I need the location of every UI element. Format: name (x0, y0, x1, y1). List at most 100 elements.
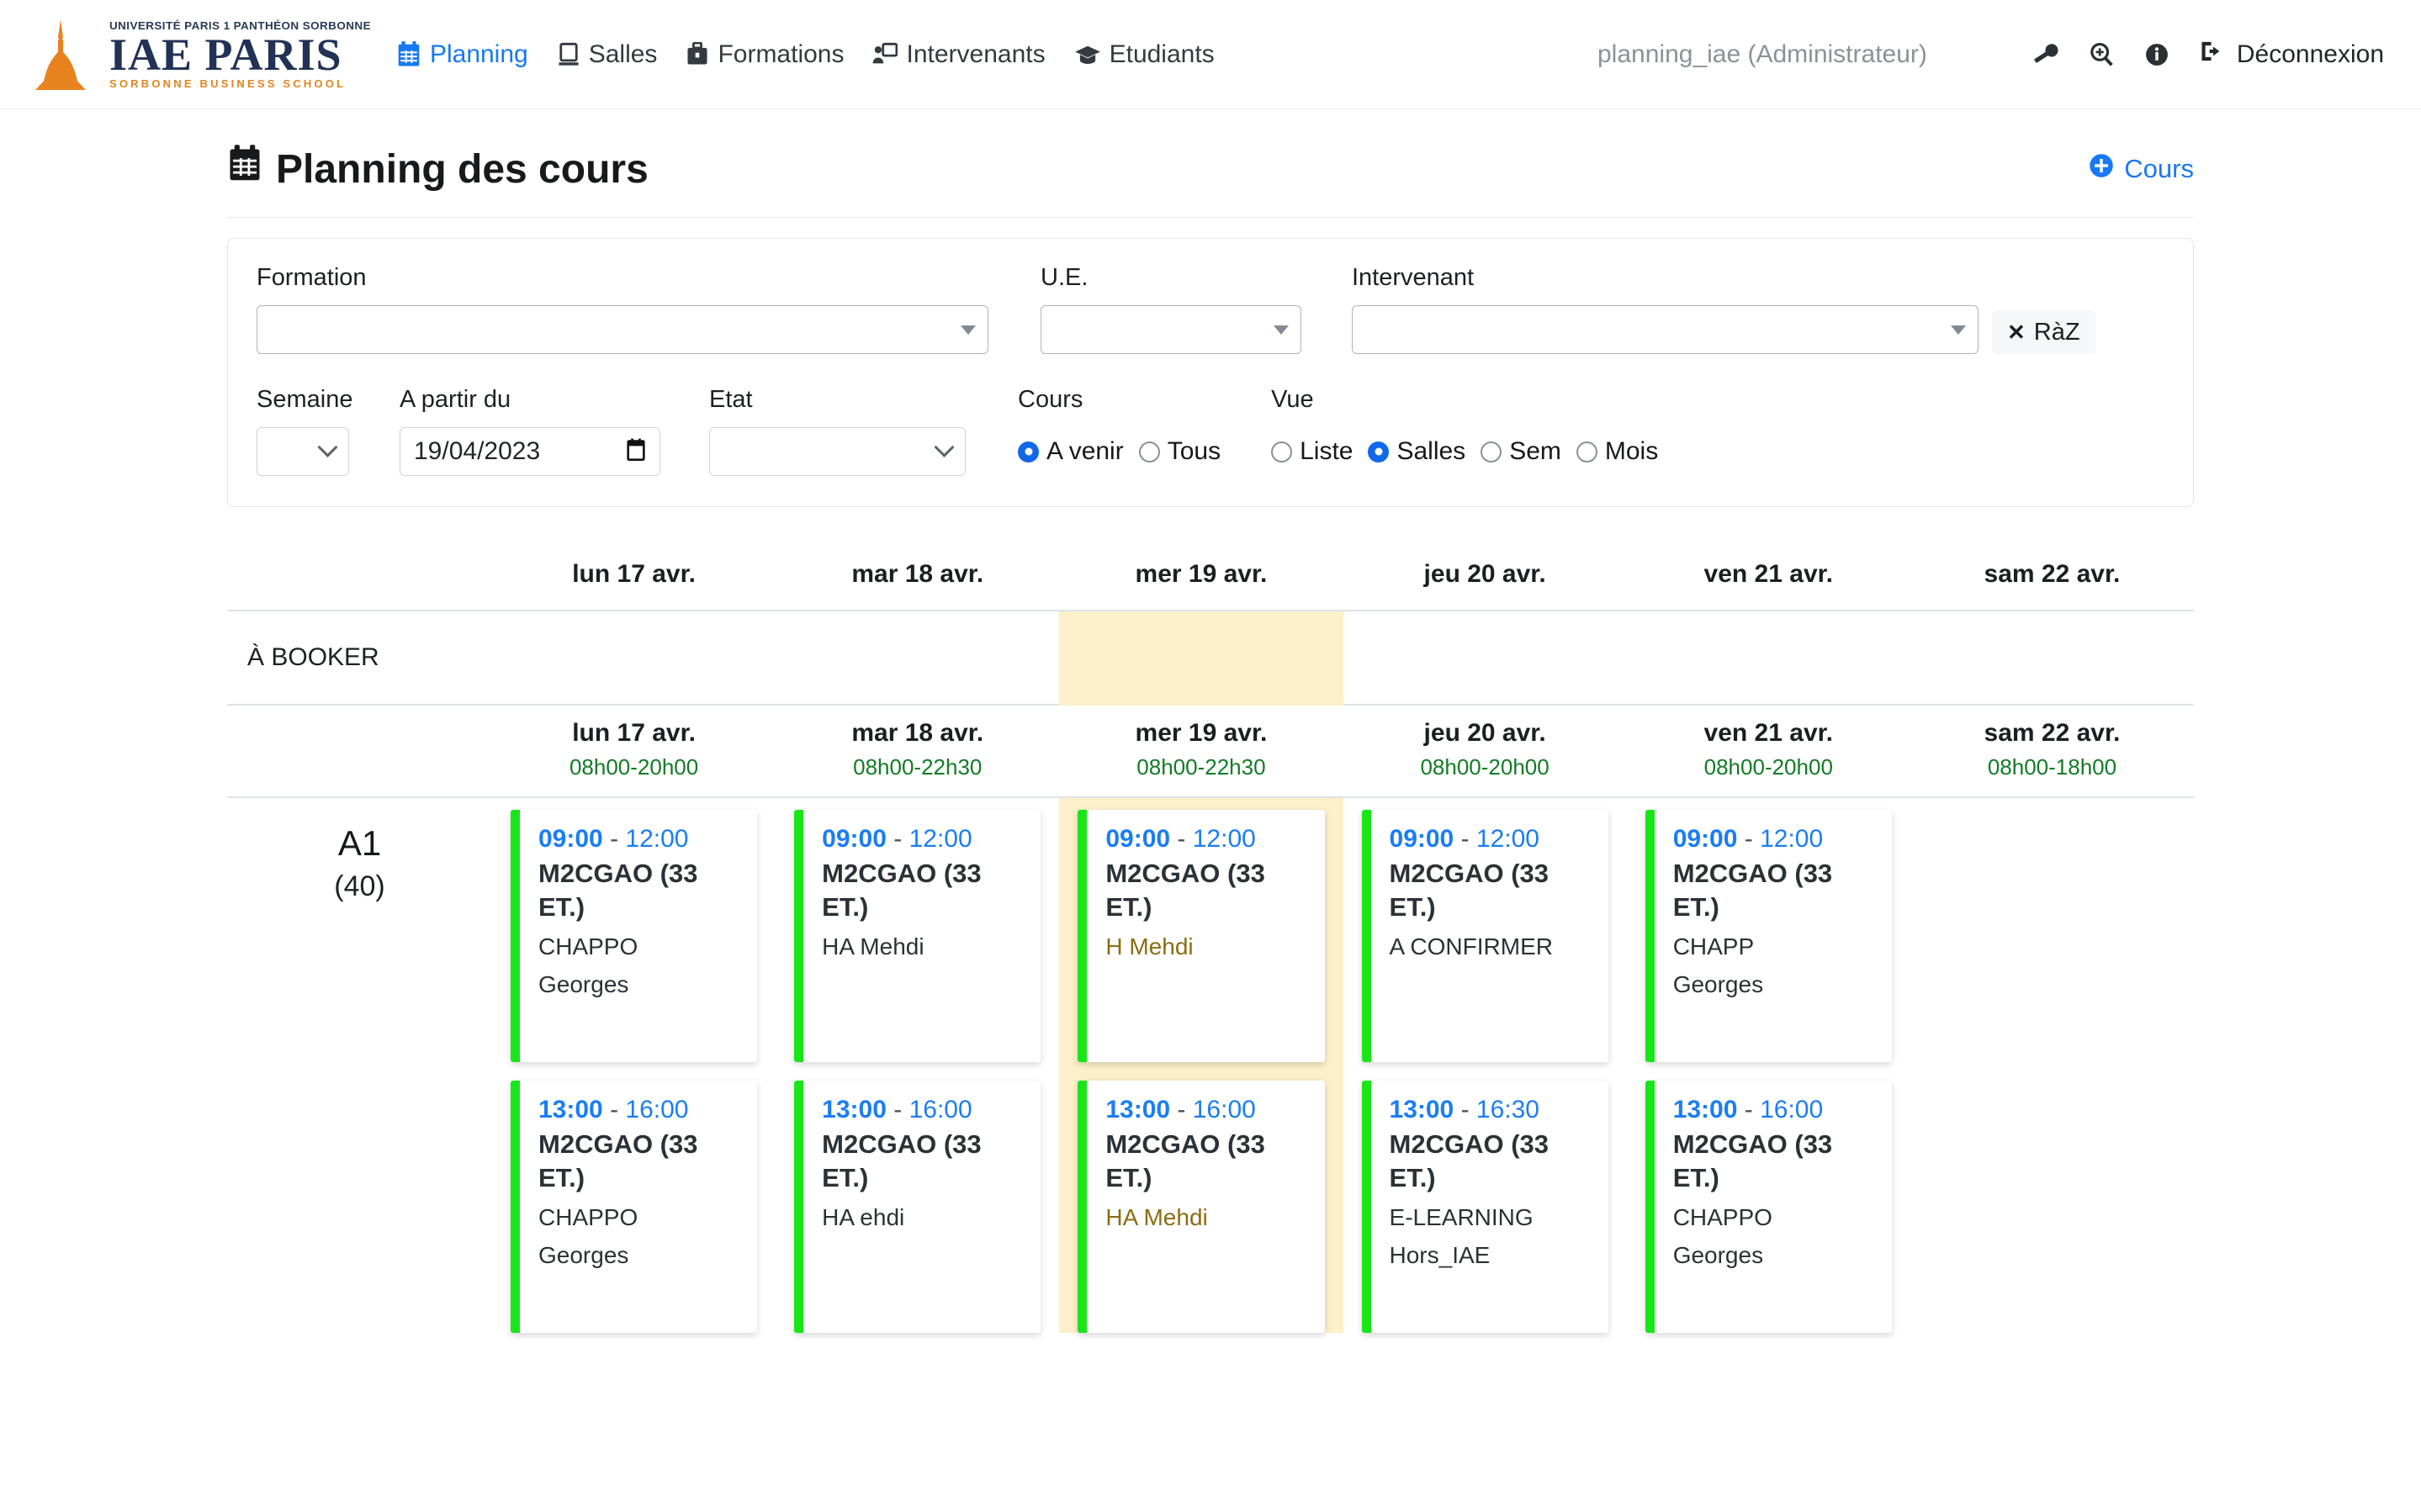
a-booker-cell-today[interactable] (1059, 611, 1343, 706)
course-end: 16:00 (1193, 1096, 1256, 1123)
course-time: 09:00 - 12:00 (1105, 825, 1311, 854)
radio-vue-liste[interactable]: Liste (1271, 437, 1353, 466)
course-start: 13:00 (1105, 1096, 1170, 1123)
ue-select[interactable] (1041, 305, 1301, 354)
brand-logo[interactable]: UNIVERSITÉ PARIS 1 PANTHÉON SORBONNE IAE… (24, 16, 371, 93)
day-header-cell: ven 21 avr. (1627, 560, 1910, 589)
add-cours-button[interactable]: Cours (2089, 153, 2194, 185)
day-label: ven 21 avr. (1704, 560, 1833, 588)
day-header-cell: mar 18 avr. (776, 560, 1059, 589)
day-header-cell: mar 18 avr. 08h00-22h30 (776, 719, 1059, 796)
course-title: M2CGAO (33 ET.) (1673, 857, 1878, 923)
room-day-column-today: 09:00 - 12:00 M2CGAO (33 ET.) H Mehdi 13… (1059, 798, 1343, 1333)
day-label: jeu 20 avr. (1424, 560, 1546, 588)
a-booker-cell[interactable] (1627, 611, 1910, 706)
a-booker-cell[interactable] (1343, 611, 1627, 706)
filter-row-2: Semaine A partir du 19/04/2023 Etat (257, 386, 2164, 476)
formation-select[interactable] (257, 305, 988, 354)
room-icon (557, 42, 580, 67)
course-card[interactable]: 09:00 - 12:00 M2CGAO (33 ET.) CHAPP Geor… (1645, 810, 1892, 1062)
course-end: 16:30 (1476, 1096, 1539, 1123)
course-end: 12:00 (1760, 825, 1823, 853)
course-teacher-line1: HA ehdi (822, 1199, 1027, 1237)
day-label: mar 18 avr. (776, 719, 1059, 748)
nav-item-salles[interactable]: Salles (557, 40, 658, 69)
room-day-column (1910, 798, 2194, 1333)
radio-cours-avenir[interactable]: A venir (1018, 437, 1124, 466)
radio-indicator (1576, 441, 1597, 463)
filter-vue: Vue Liste Salles Sem (1271, 386, 1673, 476)
course-card[interactable]: 09:00 - 12:00 M2CGAO (33 ET.) CHAPPO Geo… (511, 810, 757, 1062)
filter-apartirdu: A partir du 19/04/2023 (400, 386, 660, 476)
day-header-spacer (227, 719, 492, 796)
date-input[interactable]: 19/04/2023 (400, 427, 660, 476)
page-title: Planning des cours (227, 145, 649, 193)
course-card[interactable]: 13:00 - 16:30 M2CGAO (33 ET.) E-LEARNING… (1362, 1081, 1608, 1333)
day-hours: 08h00-20h00 (1343, 754, 1627, 780)
filter-cours: Cours A venir Tous (1018, 386, 1236, 476)
nav-item-intervenants[interactable]: Intervenants (872, 40, 1045, 69)
day-label: lun 17 avr. (492, 719, 776, 748)
radio-vue-sem-label: Sem (1509, 437, 1561, 466)
wrench-icon[interactable] (2033, 41, 2058, 68)
day-hours: 08h00-22h30 (776, 754, 1059, 780)
vue-radio-group: Liste Salles Sem Mois (1271, 427, 1673, 476)
course-teacher-line1: HA Mehdi (1105, 1199, 1311, 1237)
radio-cours-tous[interactable]: Tous (1139, 437, 1221, 466)
course-start: 13:00 (538, 1096, 603, 1123)
a-booker-cell[interactable] (1910, 611, 2194, 706)
day-label: mer 19 avr. (1059, 719, 1343, 748)
course-card[interactable]: 13:00 - 16:00 M2CGAO (33 ET.) HA ehdi (794, 1081, 1041, 1333)
nav-item-formations[interactable]: Formations (686, 40, 844, 69)
zoom-in-icon[interactable] (2089, 41, 2114, 68)
radio-vue-sem[interactable]: Sem (1481, 437, 1561, 466)
nav-item-etudiants[interactable]: Etudiants (1074, 40, 1215, 69)
course-teacher-line1: HA Mehdi (822, 928, 1027, 966)
intervenant-select[interactable] (1352, 305, 1979, 354)
course-end: 16:00 (1760, 1096, 1823, 1123)
add-cours-label: Cours (2124, 154, 2194, 184)
semaine-select[interactable] (257, 427, 349, 476)
cours-radio-group: A venir Tous (1018, 427, 1236, 476)
info-icon[interactable] (2144, 41, 2169, 68)
calendar-picker-icon[interactable] (626, 438, 646, 466)
logout-button[interactable]: Déconnexion (2200, 39, 2384, 71)
course-card[interactable]: 09:00 - 12:00 M2CGAO (33 ET.) HA Mehdi (794, 810, 1041, 1062)
course-title: M2CGAO (33 ET.) (1390, 1128, 1595, 1194)
nav-label-planning: Planning (430, 40, 528, 69)
etat-select[interactable] (709, 427, 966, 476)
course-card[interactable]: 09:00 - 12:00 M2CGAO (33 ET.) A CONFIRME… (1362, 810, 1608, 1062)
nav-item-planning[interactable]: Planning (396, 40, 528, 69)
reset-filters-button[interactable]: ✕ RàZ (1992, 310, 2095, 354)
course-card[interactable]: 13:00 - 16:00 M2CGAO (33 ET.) CHAPPO Geo… (1645, 1081, 1892, 1333)
day-label: jeu 20 avr. (1343, 719, 1627, 748)
radio-vue-salles[interactable]: Salles (1368, 437, 1465, 466)
course-title: M2CGAO (33 ET.) (822, 857, 1027, 923)
room-day-column: 09:00 - 12:00 M2CGAO (33 ET.) CHAPP Geor… (1627, 798, 1910, 1333)
chevron-down-icon (317, 436, 337, 457)
filter-etat: Etat (709, 386, 966, 476)
radio-cours-avenir-label: A venir (1046, 437, 1124, 466)
vue-label: Vue (1271, 386, 1673, 414)
course-start: 09:00 (1105, 825, 1170, 853)
day-header-cell: jeu 20 avr. (1343, 560, 1627, 589)
iae-paris-logo-icon (24, 16, 98, 93)
a-booker-cell[interactable] (492, 611, 776, 706)
course-card[interactable]: 13:00 - 16:00 M2CGAO (33 ET.) HA Mehdi (1078, 1081, 1324, 1333)
course-teacher-line1: CHAPPO (538, 1199, 744, 1237)
day-header-cell: lun 17 avr. 08h00-20h00 (492, 719, 776, 796)
semaine-label: Semaine (257, 386, 349, 414)
radio-indicator (1018, 441, 1039, 463)
radio-indicator (1481, 441, 1502, 463)
radio-vue-mois[interactable]: Mois (1576, 437, 1658, 466)
a-booker-cell[interactable] (776, 611, 1059, 706)
course-title: M2CGAO (33 ET.) (1390, 857, 1595, 923)
current-user-label: planning_iae (Administrateur) (1597, 40, 1927, 69)
a-booker-label: À BOOKER (227, 643, 379, 672)
course-card[interactable]: 13:00 - 16:00 M2CGAO (33 ET.) CHAPPO Geo… (511, 1081, 757, 1333)
course-start: 09:00 (822, 825, 887, 853)
course-start: 13:00 (1390, 1096, 1454, 1123)
day-hours: 08h00-18h00 (1910, 754, 2194, 780)
course-teacher-line2: Georges (1673, 966, 1878, 1004)
course-card[interactable]: 09:00 - 12:00 M2CGAO (33 ET.) H Mehdi (1078, 810, 1324, 1062)
